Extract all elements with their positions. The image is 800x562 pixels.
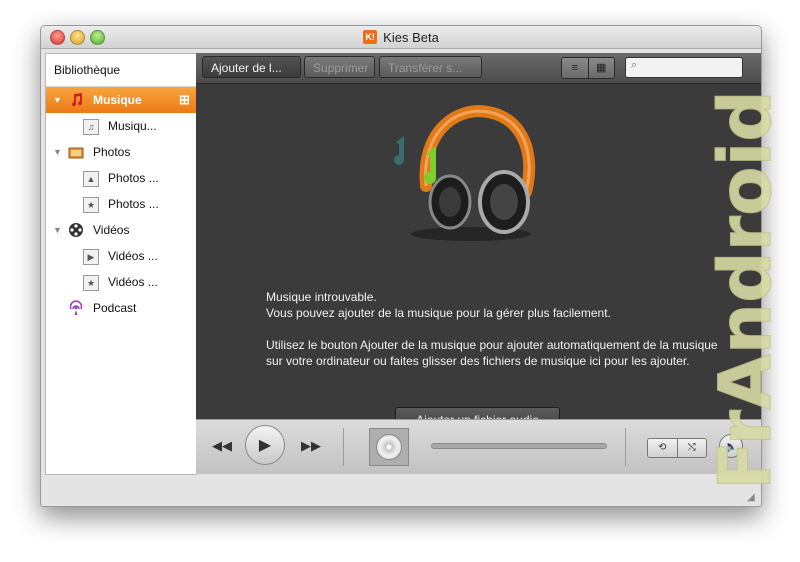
add-music-button[interactable]: Ajouter de l... — [202, 56, 301, 78]
empty-message: Musique introuvable. Vous pouvez ajouter… — [266, 289, 726, 385]
sidebar-item-musique-sub[interactable]: ♫ Musiqu... — [46, 113, 196, 139]
podcast-icon — [69, 300, 83, 315]
kies-logo-icon: K! — [363, 30, 378, 44]
search-box[interactable]: ⌕ — [625, 57, 743, 78]
sidebar-item-videos-sub2[interactable]: ★ Vidéos ... — [46, 269, 196, 295]
frandroid-watermark: FrAndroid — [703, 90, 788, 491]
previous-track-icon[interactable]: ◀◀ — [210, 437, 234, 455]
player-divider — [625, 428, 626, 466]
cd-disc-icon — [376, 434, 402, 460]
sidebar-item-label: Photos ... — [108, 197, 159, 211]
main-panel: Ajouter de l... Supprimer Transférer s..… — [196, 53, 761, 474]
sidebar-item-label: Podcast — [93, 301, 137, 315]
grid-view-icon[interactable]: ▦ — [587, 58, 614, 78]
disclosure-triangle-icon[interactable]: ▼ — [53, 139, 62, 165]
sidebar-item-photos-sub2[interactable]: ★ Photos ... — [46, 191, 196, 217]
disclosure-triangle-icon[interactable]: ▼ — [53, 217, 62, 243]
window-title: K! Kies Beta — [41, 26, 761, 48]
app-window: K! Kies Beta Bibliothèque ▼ Musique ⊞ ♫ … — [40, 25, 762, 507]
star-icon: ★ — [83, 275, 99, 291]
music-note-icon — [72, 93, 83, 107]
sidebar-item-label: Musiqu... — [108, 119, 157, 133]
star-icon: ★ — [83, 197, 99, 213]
empty-message-line2: Vous pouvez ajouter de la musique pour l… — [266, 306, 611, 320]
sidebar-item-photos[interactable]: ▼ Photos — [46, 139, 196, 165]
sidebar-item-photos-sub1[interactable]: ▲ Photos ... — [46, 165, 196, 191]
view-mode-toggle: ≡ ▦ — [561, 57, 615, 79]
library-sidebar: Bibliothèque ▼ Musique ⊞ ♫ Musiqu... ▼ P… — [45, 53, 197, 475]
music-file-icon: ♫ — [83, 119, 99, 135]
sidebar-item-label: Musique — [93, 93, 142, 107]
album-art — [369, 428, 409, 466]
sidebar-header: Bibliothèque — [46, 54, 196, 87]
list-view-icon[interactable]: ≡ — [562, 58, 588, 78]
play-icon[interactable]: ▶ — [245, 425, 285, 465]
sidebar-item-label: Vidéos ... — [108, 249, 158, 263]
repeat-icon[interactable]: ⟲ — [648, 439, 677, 457]
headphones-illustration-icon — [394, 105, 536, 241]
delete-button[interactable]: Supprimer — [304, 56, 375, 78]
sidebar-item-label: Photos ... — [108, 171, 159, 185]
sidebar-item-podcast[interactable]: Podcast — [46, 295, 196, 321]
search-icon: ⌕ — [631, 59, 638, 71]
image-file-icon: ▲ — [83, 171, 99, 187]
repeat-shuffle-toggle: ⟲ ⤭ — [647, 438, 707, 458]
empty-message-instructions: Utilisez le bouton Ajouter de la musique… — [266, 338, 718, 368]
add-playlist-icon[interactable]: ⊞ — [177, 92, 192, 107]
sidebar-item-label: Photos — [93, 145, 131, 159]
sidebar-item-videos[interactable]: ▼ Vidéos — [46, 217, 196, 243]
toolbar: Ajouter de l... Supprimer Transférer s..… — [196, 53, 761, 84]
player-divider — [343, 428, 344, 466]
disclosure-triangle-icon[interactable]: ▼ — [53, 87, 62, 113]
track-progress-bar[interactable] — [431, 443, 607, 449]
sidebar-item-videos-sub1[interactable]: ▶ Vidéos ... — [46, 243, 196, 269]
resize-grip-icon[interactable]: ◢ — [747, 492, 758, 503]
empty-message-line1: Musique introuvable. — [266, 290, 377, 304]
photos-folder-icon — [68, 147, 84, 159]
title-bar[interactable]: K! Kies Beta — [41, 26, 761, 49]
transfer-button[interactable]: Transférer s... — [379, 56, 482, 78]
sidebar-item-label: Vidéos ... — [108, 275, 158, 289]
next-track-icon[interactable]: ▶▶ — [299, 437, 323, 455]
window-title-text: Kies Beta — [383, 29, 439, 45]
film-reel-icon — [69, 223, 83, 237]
video-file-icon: ▶ — [83, 249, 99, 265]
search-input[interactable] — [644, 59, 740, 76]
empty-music-view: Musique introuvable. Vous pouvez ajouter… — [196, 84, 761, 419]
sidebar-item-label: Vidéos — [93, 223, 130, 237]
player-bar: ◀◀ ▶ ▶▶ ⟲ ⤭ 🔈 — [196, 419, 761, 474]
sidebar-item-musique[interactable]: ▼ Musique ⊞ — [46, 87, 196, 113]
